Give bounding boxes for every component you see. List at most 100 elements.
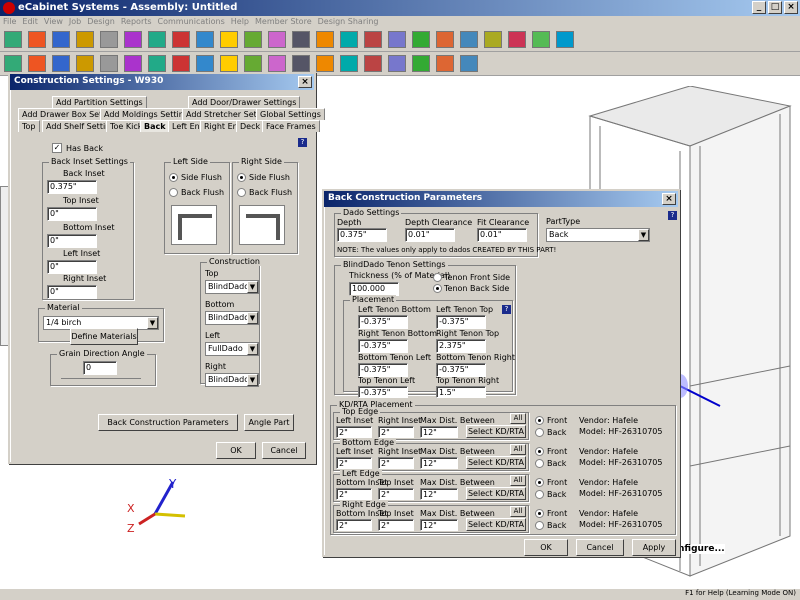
minimize-button[interactable]: _: [752, 1, 766, 14]
toolbar-button-icon[interactable]: [76, 55, 94, 72]
edge-col1-input[interactable]: 2": [336, 457, 372, 469]
help-icon[interactable]: ?: [502, 305, 511, 314]
toolbar-button-icon[interactable]: [316, 31, 334, 48]
grain-angle-slider[interactable]: [61, 377, 141, 379]
edge-col2-input[interactable]: 2": [378, 457, 414, 469]
toolbar-button-icon[interactable]: [220, 55, 238, 72]
toolbar-button-icon[interactable]: [340, 55, 358, 72]
help-icon[interactable]: ?: [668, 211, 677, 220]
toolbar-button-icon[interactable]: [100, 55, 118, 72]
all-button[interactable]: All: [510, 475, 526, 486]
toolbar-button-icon[interactable]: [52, 31, 70, 48]
right-back-flush-radio[interactable]: [237, 188, 246, 197]
toolbar-button-icon[interactable]: [508, 31, 526, 48]
construction-cancel-button[interactable]: Cancel: [262, 442, 306, 459]
select-kd-button[interactable]: Select KD/RTA: [466, 425, 526, 438]
tab-add-partition-settings[interactable]: Add Partition Settings: [52, 96, 147, 108]
back-apply-button[interactable]: Apply: [632, 539, 676, 556]
bottom-tenon-left-input[interactable]: -0.375": [358, 363, 408, 377]
edge-col3-input[interactable]: 12": [420, 457, 458, 469]
menu-item[interactable]: Design: [87, 17, 115, 26]
menu-item[interactable]: Job: [69, 17, 81, 26]
depth-input[interactable]: 0.375": [337, 228, 387, 242]
tenon-front-radio[interactable]: [433, 273, 442, 282]
tab-back[interactable]: Back: [140, 120, 170, 132]
all-button[interactable]: All: [510, 444, 526, 455]
all-button[interactable]: All: [510, 413, 526, 424]
toolbar-button-icon[interactable]: [52, 55, 70, 72]
thickness-input[interactable]: 100.000: [349, 282, 399, 296]
menu-item[interactable]: Communications: [158, 17, 225, 26]
right-inset-input[interactable]: 0": [47, 285, 97, 299]
toolbar-button-icon[interactable]: [124, 31, 142, 48]
grain-angle-input[interactable]: 0: [83, 361, 117, 375]
toolbar-button-icon[interactable]: [436, 55, 454, 72]
back-close-button[interactable]: ×: [662, 193, 676, 205]
depth-clearance-input[interactable]: 0.01": [405, 228, 455, 242]
toolbar-button-icon[interactable]: [244, 31, 262, 48]
toolbar-button-icon[interactable]: [76, 31, 94, 48]
toolbar-button-icon[interactable]: [268, 31, 286, 48]
edge-col3-input[interactable]: 12": [420, 488, 458, 500]
menu-item[interactable]: Design Sharing: [318, 17, 379, 26]
menu-item[interactable]: Reports: [121, 17, 152, 26]
menu-item[interactable]: View: [44, 17, 63, 26]
toolbar-button-icon[interactable]: [4, 31, 22, 48]
back-radio[interactable]: [535, 428, 544, 437]
toolbar-button-icon[interactable]: [28, 55, 46, 72]
menu-item[interactable]: File: [3, 17, 16, 26]
toolbar-button-icon[interactable]: [4, 55, 22, 72]
toolbar-button-icon[interactable]: [484, 31, 502, 48]
close-button[interactable]: ×: [784, 1, 798, 14]
left-inset-input[interactable]: 0": [47, 260, 97, 274]
left-back-flush-radio[interactable]: [169, 188, 178, 197]
toolbar-button-icon[interactable]: [148, 31, 166, 48]
help-icon[interactable]: ?: [298, 138, 307, 147]
tab-face-frames[interactable]: Face Frames: [262, 120, 320, 132]
edge-col2-input[interactable]: 2": [378, 488, 414, 500]
parttype-select[interactable]: Back ▼: [546, 228, 650, 242]
toolbar-button-icon[interactable]: [556, 31, 574, 48]
toolbar-button-icon[interactable]: [292, 55, 310, 72]
toolbar-button-icon[interactable]: [124, 55, 142, 72]
define-materials-button[interactable]: Define Materials: [70, 328, 138, 345]
edge-col2-input[interactable]: 2": [378, 426, 414, 438]
construction-bottom-select[interactable]: BlindDado ▼: [205, 311, 259, 325]
toolbar-button-icon[interactable]: [364, 31, 382, 48]
select-kd-button[interactable]: Select KD/RTA: [466, 487, 526, 500]
bottom-tenon-right-input[interactable]: -0.375": [436, 363, 486, 377]
construction-left-select[interactable]: FullDado ▼: [205, 342, 259, 356]
edge-col3-input[interactable]: 12": [420, 519, 458, 531]
configure-label[interactable]: nfigure...: [678, 544, 725, 554]
maximize-button[interactable]: □: [768, 1, 782, 14]
toolbar-button-icon[interactable]: [412, 55, 430, 72]
left-side-flush-radio[interactable]: [169, 173, 178, 182]
toolbar-button-icon[interactable]: [340, 31, 358, 48]
angle-part-button[interactable]: Angle Part: [244, 414, 294, 431]
toolbar-button-icon[interactable]: [28, 31, 46, 48]
construction-right-select[interactable]: BlindDado ▼: [205, 373, 259, 387]
toolbar-button-icon[interactable]: [292, 31, 310, 48]
left-tenon-bottom-input[interactable]: -0.375": [358, 315, 408, 329]
toolbar-button-icon[interactable]: [460, 55, 478, 72]
back-cancel-button[interactable]: Cancel: [576, 539, 624, 556]
toolbar-button-icon[interactable]: [460, 31, 478, 48]
toolbar-button-icon[interactable]: [220, 31, 238, 48]
toolbar-button-icon[interactable]: [100, 31, 118, 48]
fit-clearance-input[interactable]: 0.01": [477, 228, 527, 242]
front-radio[interactable]: [535, 447, 544, 456]
construction-close-button[interactable]: ×: [298, 76, 312, 88]
edge-col3-input[interactable]: 12": [420, 426, 458, 438]
back-radio[interactable]: [535, 459, 544, 468]
construction-ok-button[interactable]: OK: [216, 442, 256, 459]
edge-col1-input[interactable]: 2": [336, 519, 372, 531]
select-kd-button[interactable]: Select KD/RTA: [466, 456, 526, 469]
tenon-back-radio[interactable]: [433, 284, 442, 293]
edge-col2-input[interactable]: 2": [378, 519, 414, 531]
toolbar-button-icon[interactable]: [172, 55, 190, 72]
all-button[interactable]: All: [510, 506, 526, 517]
menu-item[interactable]: Member Store: [255, 17, 312, 26]
toolbar-button-icon[interactable]: [196, 31, 214, 48]
top-inset-input[interactable]: 0": [47, 207, 97, 221]
toolbar-button-icon[interactable]: [364, 55, 382, 72]
